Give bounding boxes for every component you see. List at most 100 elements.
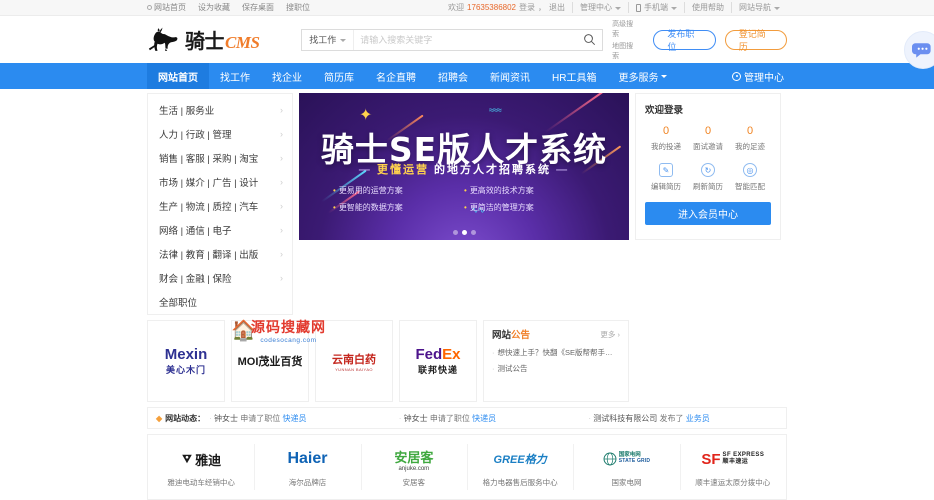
- brand-mark-text: GREE格力: [493, 454, 547, 466]
- site-logo[interactable]: 骑士 CMS: [147, 25, 293, 54]
- notice-more-link[interactable]: 更多 ›: [600, 329, 620, 340]
- dash-decoration: —: [556, 164, 570, 176]
- logo-card-yunnan-baiyao[interactable]: 云南白药 YUNNAN BAIYAO: [315, 320, 393, 402]
- logo-wordmark: 骑士 CMS: [185, 25, 260, 54]
- brand-sub-text: anjuke.com: [398, 465, 430, 472]
- list-item[interactable]: 钟女士 申请了职位 快递员: [209, 413, 399, 424]
- dynamics-action: 申请了职位: [429, 413, 470, 423]
- search-button[interactable]: [576, 29, 603, 50]
- stat-footprints[interactable]: 0 我的足迹: [729, 125, 771, 152]
- action-edit-resume[interactable]: ✎ 编辑简历: [645, 163, 687, 192]
- mobile-menu[interactable]: 手机端: [628, 2, 684, 13]
- dynamics-label: ◆ 网站动态：: [156, 413, 205, 424]
- chat-widget-button[interactable]: [904, 31, 934, 69]
- post-job-button[interactable]: 发布职位: [653, 29, 716, 52]
- banner-bullet: 更高效的技术方案: [464, 185, 595, 196]
- top-account-bar: 欢迎 17635386802 登录 ， 退出 管理中心 手机端 使用帮助 网站导…: [441, 2, 787, 13]
- top-link-home[interactable]: 网站首页: [147, 2, 186, 13]
- stat-interviews[interactable]: 0 面试邀请: [687, 125, 729, 152]
- chevron-right-icon: ›: [280, 249, 283, 259]
- brand-card-anjuke[interactable]: 安居客 anjuke.com 安居客: [360, 435, 467, 499]
- nav-item-news[interactable]: 新闻资讯: [479, 63, 541, 89]
- dynamics-action: 申请了职位: [240, 413, 281, 423]
- separator: ，: [538, 3, 546, 12]
- stat-applications[interactable]: 0 我的投递: [645, 125, 687, 152]
- brand-card-yadea[interactable]: 雅迪 雅迪电动车经销中心: [148, 435, 254, 499]
- hero-banner[interactable]: ✦ ≈≈≈ ∿∿ 骑士SE版人才系统 — 更懂运营 的地方人才招聘系统 — 更易…: [299, 93, 629, 240]
- sidebar-item-law-education[interactable]: 法律 | 教育 | 翻译 | 出版 ›: [148, 242, 292, 266]
- advanced-search-link[interactable]: 高级搜索: [612, 19, 639, 39]
- login-link[interactable]: 登录: [519, 2, 535, 13]
- list-item[interactable]: 想快速上手？快翻《SE版帮帮手…: [492, 347, 620, 358]
- sidebar-item-life-service[interactable]: 生活 | 服务业 ›: [148, 98, 292, 122]
- brand-card-state-grid[interactable]: 国家电网 STATE GRID 国家电网: [573, 435, 679, 499]
- nav-item-famous-companies[interactable]: 名企直聘: [365, 63, 427, 89]
- sidebar-item-marketing-design[interactable]: 市场 | 媒介 | 广告 | 设计 ›: [148, 170, 292, 194]
- action-refresh-resume[interactable]: ↻ 刷新简历: [687, 163, 729, 192]
- enter-member-center-button[interactable]: 进入会员中心: [645, 202, 771, 225]
- brand-sub-text: 顺丰速运: [722, 459, 749, 465]
- nav-item-more-services[interactable]: 更多服务: [607, 63, 678, 89]
- sidebar-item-production-logistics[interactable]: 生产 | 物流 | 质控 | 汽车 ›: [148, 194, 292, 218]
- nav-item-find-job[interactable]: 找工作: [209, 63, 261, 89]
- welcome-block: 欢迎 17635386802 登录 ， 退出: [441, 2, 572, 13]
- list-item[interactable]: 钟女士 申请了职位 快递员: [399, 413, 589, 424]
- sidebar-item-network-telecom[interactable]: 网络 | 通信 | 电子 ›: [148, 218, 292, 242]
- map-search-link[interactable]: 地图搜索: [612, 41, 639, 61]
- member-stats: 0 我的投递 0 面试邀请 0 我的足迹: [645, 125, 771, 152]
- brand-card-haier[interactable]: Haier 海尔品牌店: [254, 435, 360, 499]
- site-nav-menu[interactable]: 网站导航: [731, 2, 787, 13]
- brand-logo: Haier: [287, 446, 327, 472]
- nav-admin-center[interactable]: 管理中心: [732, 69, 787, 84]
- banner-bullet: 更简洁的管理方案: [464, 202, 595, 213]
- pencil-square-icon: ✎: [659, 163, 673, 177]
- sidebar-item-sales-service[interactable]: 销售 | 客服 | 采购 | 淘宝 ›: [148, 146, 292, 170]
- banner-dot[interactable]: [470, 230, 476, 235]
- logo-sub-text: 美心木门: [165, 365, 206, 375]
- sidebar-item-finance-insurance[interactable]: 财会 | 金融 | 保险 ›: [148, 266, 292, 290]
- nav-item-job-fair[interactable]: 招聘会: [427, 63, 479, 89]
- help-link[interactable]: 使用帮助: [684, 2, 731, 13]
- banner-dot[interactable]: [452, 230, 458, 235]
- admin-center-menu[interactable]: 管理中心: [572, 2, 628, 13]
- site-header: 骑士 CMS 找工作 请输入搜索关键字 高级搜索 地图搜索 发布职位 登记简历: [0, 16, 934, 63]
- chevron-right-icon: ›: [280, 153, 283, 163]
- brand-logo: 国家电网 STATE GRID: [603, 446, 651, 472]
- nav-item-resume-bank[interactable]: 简历库: [313, 63, 365, 89]
- action-smart-match[interactable]: ◎ 智能匹配: [729, 163, 771, 192]
- dynamics-label-text: 网站动态：: [165, 413, 206, 423]
- notice-list: 想快速上手？快翻《SE版帮帮手… 测试公告: [492, 347, 620, 374]
- list-item[interactable]: 测试公告: [492, 363, 620, 374]
- top-link-search-job[interactable]: 搜职位: [286, 2, 310, 13]
- search-type-selector[interactable]: 找工作: [302, 29, 355, 50]
- list-item[interactable]: 测试科技有限公司 发布了 业务员: [588, 413, 778, 424]
- chevron-right-icon: ›: [280, 225, 283, 235]
- main-content: 生活 | 服务业 › 人力 | 行政 | 管理 › 销售 | 客服 | 采购 | 淘…: [147, 89, 787, 500]
- banner-dot-active[interactable]: [461, 230, 467, 235]
- sidebar-item-all-jobs[interactable]: 全部职位: [148, 290, 292, 314]
- logo-card-mexin[interactable]: Mexin 美心木门: [147, 320, 225, 402]
- brand-card-sf-express[interactable]: SF SF EXPRESS 顺丰速运 顺丰速运太原分拨中心: [679, 435, 786, 499]
- page-root: 网站首页 设为收藏 保存桌面 搜职位 欢迎 17635386802 登录 ， 退…: [0, 0, 934, 500]
- nav-item-home[interactable]: 网站首页: [147, 63, 209, 89]
- floating-widget: [890, 27, 934, 71]
- logout-link[interactable]: 退出: [549, 2, 565, 13]
- brand-logo: GREE格力: [494, 446, 547, 472]
- brand-name: 海尔品牌店: [288, 478, 327, 487]
- sidebar-item-hr-admin[interactable]: 人力 | 行政 | 管理 ›: [148, 122, 292, 146]
- brand-name: 顺丰速运太原分拨中心: [695, 478, 771, 487]
- top-link-favorite[interactable]: 设为收藏: [198, 2, 230, 13]
- nav-label: 找企业: [272, 72, 302, 84]
- nav-item-find-company[interactable]: 找企业: [261, 63, 313, 89]
- top-link-desktop[interactable]: 保存桌面: [242, 2, 274, 13]
- house-decoration-icon: 🏠: [231, 320, 256, 342]
- dynamics-job: 业务员: [685, 413, 710, 423]
- search-input[interactable]: [354, 34, 577, 45]
- member-login-panel: 欢迎登录 0 我的投递 0 面试邀请 0 我的足迹 ✎ 编辑简历 ↻ 刷新简历 …: [635, 93, 781, 240]
- register-resume-button[interactable]: 登记简历: [724, 29, 787, 52]
- logo-card-fedex[interactable]: FedEx 联邦快递: [399, 320, 477, 402]
- nav-item-hr-tools[interactable]: HR工具箱: [541, 63, 607, 89]
- brand-card-gree[interactable]: GREE格力 格力电器售后服务中心: [466, 435, 573, 499]
- logo-sub-text: YUNNAN BAIYAO: [335, 366, 373, 372]
- brand-name: 雅迪电动车经销中心: [167, 478, 235, 487]
